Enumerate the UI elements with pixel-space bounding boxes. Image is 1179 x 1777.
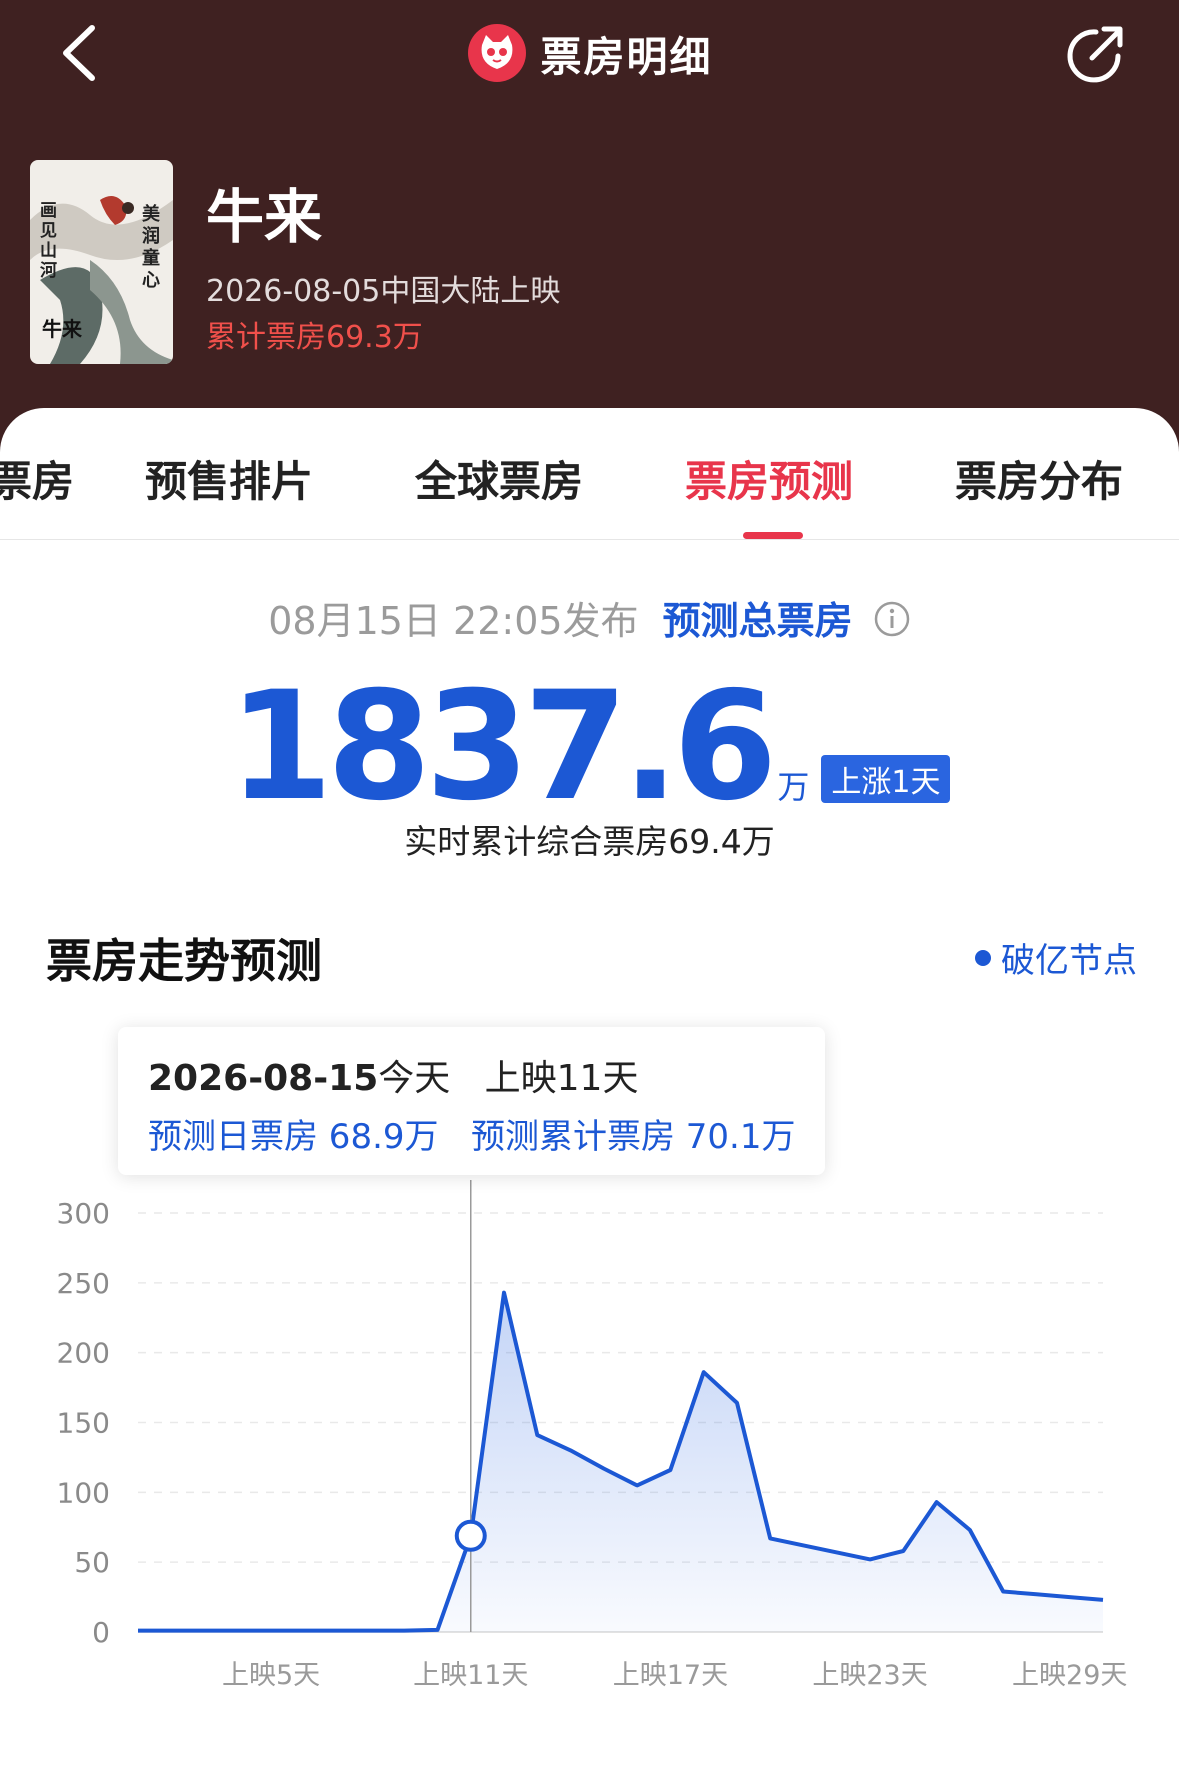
x-tick-label: 上映5天 [222,1660,320,1691]
y-tick-label: 150 [57,1407,110,1440]
tooltip-cumulative: 预测累计票房 70.1万 [470,1117,796,1157]
forecast-total: 1837.6 万上涨1天 [0,660,1179,834]
x-tick-label: 上映11天 [413,1660,528,1691]
legend-dot-icon [975,949,991,966]
tab-presale[interactable]: 预售排片 [145,448,313,509]
tooltip-header: 2026-08-15今天 上映11天 [148,1049,638,1101]
highlight-point[interactable] [454,1519,487,1552]
series-area [138,1292,1103,1632]
tab-box-office[interactable]: 票房 [0,448,74,509]
x-tick-label: 上映23天 [812,1660,927,1691]
tooltip-values: 预测日票房 68.9万 预测累计票房 70.1万 [148,1109,795,1158]
x-tick-label: 上映29天 [1012,1660,1127,1691]
trend-title: 票房走势预测 [46,934,322,988]
trend-chart[interactable]: 0 50 100 150 200 250 300 上映5天 上映11天 上映17天 上映23天 上映2… [0,1180,1179,1720]
tab-forecast[interactable]: 票房预测 [685,448,853,509]
publish-time: 08月15日 22:05发布 [268,599,639,643]
chart-tooltip: 2026-08-15今天 上映11天 预测日票房 68.9万 预测累计票房 70… [118,1027,825,1175]
movie-name: 牛来 [206,183,323,251]
legend-billion-node[interactable]: 破亿节点 [975,933,1137,982]
movie-poster[interactable]: 美 润 童 心 画 见 山 河 牛来 [30,160,173,364]
legend-label: 破亿节点 [1001,941,1137,981]
total-box-office: 累计票房69.3万 [206,320,423,355]
page-title: 票房明细 [540,33,713,81]
page-title-group: 票房明细 [0,18,1179,88]
svg-text:心: 心 [142,270,160,291]
header-bar: 票房明细 美 润 童 心 画 见 山 河 牛来 牛来 2026-08-05中国大… [0,0,1179,460]
rise-badge: 上涨1天 [821,755,951,803]
forecast-unit: 万 [777,768,810,806]
y-tick-label: 300 [57,1197,110,1230]
y-tick-label: 100 [57,1476,110,1509]
tooltip-day: 上映11天 [484,1058,639,1099]
tooltip-daily: 预测日票房 68.9万 [148,1117,439,1157]
poster-text-1: 美 [142,203,160,225]
poster-image: 美 润 童 心 画 见 山 河 牛来 [30,160,173,364]
svg-text:润: 润 [142,225,160,247]
poster-text-2: 画 [40,201,57,221]
y-tick-label: 250 [57,1267,110,1300]
info-icon[interactable] [873,600,911,638]
x-tick-label: 上映17天 [613,1660,728,1691]
poster-text-3: 牛来 [42,317,83,341]
tab-bar: 票房 预售排片 全球票房 票房预测 票房分布 [0,408,1179,540]
y-tick-label: 50 [74,1546,110,1579]
tab-global[interactable]: 全球票房 [415,448,583,509]
y-tick-label: 200 [57,1337,110,1370]
share-button[interactable] [1062,20,1130,88]
forecast-value: 1837.6 [228,660,778,834]
y-tick-label: 0 [92,1616,110,1649]
share-icon [1067,26,1123,83]
tooltip-today: 今天 [378,1058,451,1099]
forecast-title: 预测总票房 [662,599,853,643]
release-date: 2026-08-05中国大陆上映 [206,274,561,309]
svg-text:河: 河 [40,261,57,281]
tooltip-date: 2026-08-15 [148,1058,379,1099]
realtime-total: 实时累计综合票房69.4万 [404,822,775,861]
tab-distribution[interactable]: 票房分布 [955,448,1123,509]
cat-logo-icon [467,24,526,82]
svg-text:童: 童 [142,247,160,269]
svg-text:山: 山 [40,241,57,261]
active-tab-indicator [743,532,803,539]
publish-line: 08月15日 22:05发布 预测总票房 [0,590,1179,645]
svg-text:见: 见 [40,221,57,241]
